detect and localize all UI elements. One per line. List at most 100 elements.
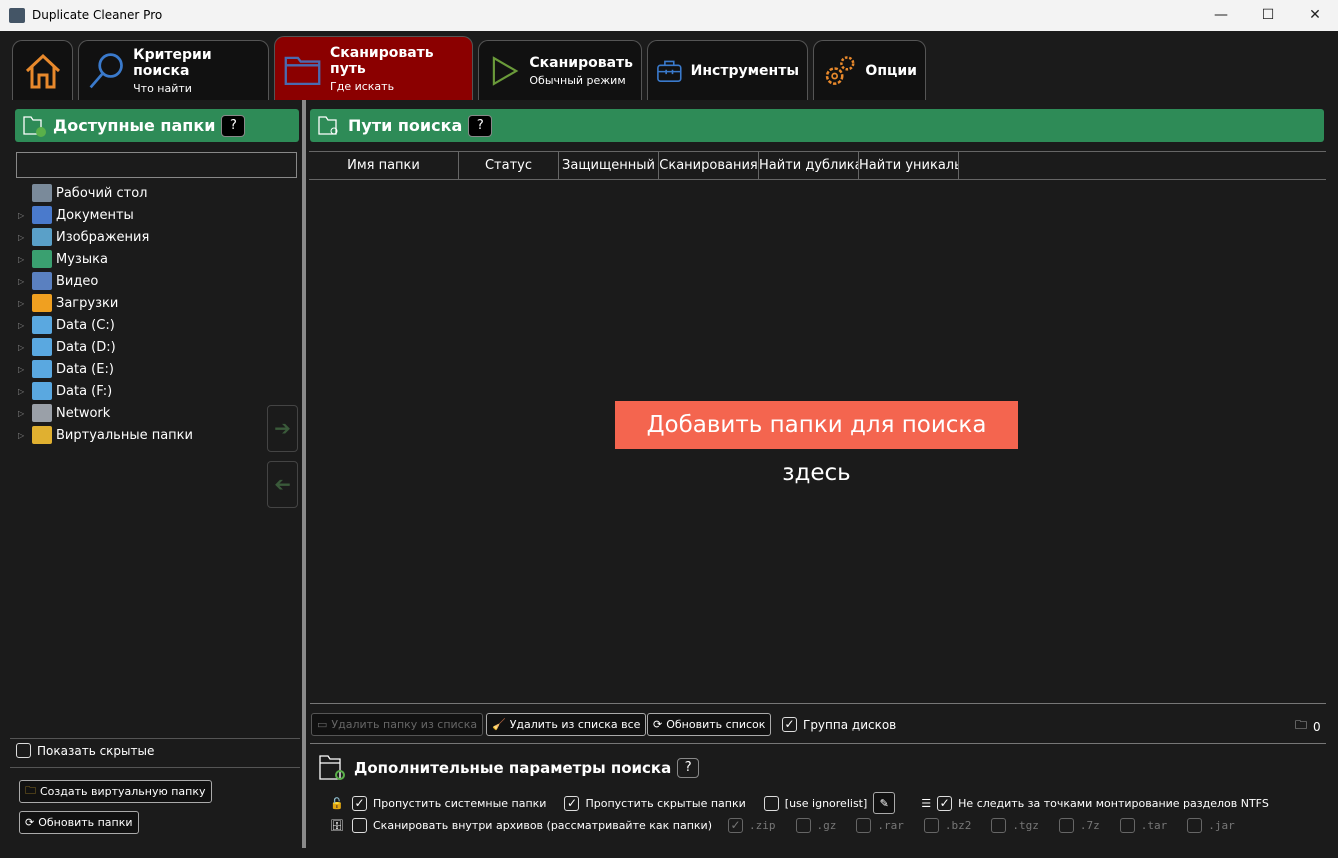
column-header[interactable]: Найти дублика: [759, 152, 859, 179]
extension-label: .rar: [877, 819, 904, 832]
skip-system-checkbox[interactable]: ✓: [352, 795, 367, 811]
create-virtual-folder-button[interactable]: 🗀 Создать виртуальную папку: [19, 780, 212, 803]
group-disks-checkbox[interactable]: ✓ Группа дисков: [782, 717, 896, 732]
tree-item[interactable]: ▷ Изображения: [18, 226, 193, 248]
advanced-options-header: Дополнительные параметры поиска ?: [318, 753, 700, 783]
title-bar: Duplicate Cleaner Pro — ☐ ✕: [0, 0, 1338, 31]
folder-search-input[interactable]: [16, 152, 297, 178]
search-icon: [89, 52, 123, 88]
tab-options[interactable]: Опции: [813, 40, 926, 100]
minimize-button[interactable]: —: [1198, 0, 1244, 31]
tab-scan[interactable]: Сканировать Обычный режим: [478, 40, 642, 100]
show-hidden-checkbox[interactable]: Показать скрытые: [16, 743, 154, 758]
expand-icon[interactable]: ▷: [18, 255, 28, 264]
help-button[interactable]: ?: [468, 114, 493, 137]
tree-item-label: Data (E:): [56, 361, 114, 377]
extension-checkbox[interactable]: [1058, 818, 1074, 833]
tab-criteria[interactable]: Критерии поиска Что найти: [78, 40, 269, 100]
tree-item[interactable]: ▷ Data (D:): [18, 336, 193, 358]
folder-icon: [32, 184, 52, 202]
expand-icon[interactable]: ▷: [18, 365, 28, 374]
scan-archives-checkbox[interactable]: [352, 818, 367, 833]
tab-title: Опции: [865, 62, 917, 79]
extension-checkbox[interactable]: [1187, 818, 1203, 833]
skip-hidden-checkbox[interactable]: ✓: [564, 795, 580, 811]
tab-subtitle: Обычный режим: [529, 73, 626, 87]
extension-label: .tar: [1140, 819, 1168, 832]
refresh-list-button[interactable]: ⟳ Обновить список: [647, 713, 772, 736]
ignorelist-checkbox[interactable]: [763, 795, 779, 811]
splitter[interactable]: [302, 100, 306, 848]
folder-search-icon: [319, 755, 345, 780]
expand-icon[interactable]: ▷: [18, 387, 28, 396]
column-header[interactable]: Имя папки: [309, 152, 459, 179]
extension-label: .gz: [816, 819, 837, 832]
virtual-folder-icon: 🗀: [25, 784, 36, 797]
tree-item-label: Data (C:): [56, 317, 115, 333]
tab-title: Критерии поиска: [133, 46, 212, 79]
tab-tools[interactable]: Инструменты: [647, 40, 808, 100]
tree-item[interactable]: ▷ Музыка: [18, 248, 193, 270]
edit-ignorelist-button[interactable]: ✎: [873, 792, 896, 814]
folder-icon: 🗀: [1295, 718, 1308, 732]
add-folder-arrow-button[interactable]: ➔: [267, 405, 298, 452]
column-header[interactable]: Статус: [459, 152, 559, 179]
toolbox-icon: [657, 60, 682, 82]
tree-item-label: Data (D:): [56, 339, 116, 355]
extension-label: .tgz: [1012, 819, 1039, 832]
search-paths-header: Пути поиска ?: [310, 109, 1324, 142]
expand-icon[interactable]: ▷: [18, 211, 28, 220]
folder-icon: [32, 272, 52, 290]
extension-checkbox[interactable]: [1119, 818, 1135, 833]
expand-icon[interactable]: ▷: [18, 321, 28, 330]
folder-icon: [32, 316, 52, 334]
expand-icon[interactable]: ▷: [18, 233, 28, 242]
tree-item[interactable]: Рабочий стол: [18, 182, 193, 204]
remove-folder-arrow-button[interactable]: ➔: [267, 461, 298, 508]
close-button[interactable]: ✕: [1292, 0, 1338, 31]
folder-icon: [32, 404, 52, 422]
ntfs-mount-checkbox[interactable]: ✓: [937, 795, 953, 811]
expand-icon[interactable]: ▷: [18, 431, 28, 440]
search-paths-table-header: Имя папки Статус Защищенный Сканирования…: [309, 151, 1326, 180]
folder-icon: [32, 294, 52, 312]
button-label: Удалить папку из списка: [331, 718, 478, 731]
remove-folder-button[interactable]: ▭ Удалить папку из списка: [311, 713, 484, 736]
archive-icon: 🗄: [330, 819, 344, 832]
extension-checkbox[interactable]: [991, 818, 1007, 833]
tree-item[interactable]: ▷ Загрузки: [18, 292, 193, 314]
app-icon: [9, 8, 25, 23]
folder-icon: [32, 338, 52, 356]
refresh-folders-button[interactable]: ⟳ Обновить папки: [19, 811, 139, 834]
remove-all-button[interactable]: 🧹 Удалить из списка все: [486, 713, 647, 736]
tree-item[interactable]: ▷ Data (E:): [18, 358, 193, 380]
expand-icon[interactable]: ▷: [18, 299, 28, 308]
folder-icon: [32, 228, 52, 246]
tree-item[interactable]: ▷ Data (F:): [18, 380, 193, 402]
extension-checkbox[interactable]: [795, 818, 811, 833]
expand-icon[interactable]: ▷: [18, 409, 28, 418]
help-button[interactable]: ?: [677, 758, 700, 778]
column-header[interactable]: Найти уникаль: [859, 152, 959, 179]
folder-tree: Рабочий стол ▷ Документы ▷ Изображения ▷ Музык…: [18, 182, 193, 446]
extension-checkbox[interactable]: ✓: [728, 818, 743, 833]
section-title: Дополнительные параметры поиска: [354, 759, 672, 777]
tree-item[interactable]: ▷ Data (C:): [18, 314, 193, 336]
tree-item[interactable]: ▷ Документы: [18, 204, 193, 226]
maximize-button[interactable]: ☐: [1245, 0, 1291, 31]
tree-item[interactable]: ▷ Видео: [18, 270, 193, 292]
tree-item[interactable]: ▷ Виртуальные папки: [18, 424, 193, 446]
tab-scan-path[interactable]: Сканировать путь Где искать: [274, 36, 473, 100]
checkbox-label: Пропустить скрытые папки: [585, 796, 746, 810]
expand-icon[interactable]: ▷: [18, 343, 28, 352]
tree-item[interactable]: ▷ Network: [18, 402, 193, 424]
column-header[interactable]: Сканирования: [659, 152, 759, 179]
tree-item-label: Изображения: [56, 229, 150, 245]
home-icon: [25, 53, 60, 88]
extension-checkbox[interactable]: [856, 818, 872, 833]
extension-checkbox[interactable]: [923, 818, 939, 833]
expand-icon[interactable]: ▷: [18, 277, 28, 286]
column-header[interactable]: Защищенный: [559, 152, 659, 179]
help-button[interactable]: ?: [221, 114, 246, 137]
tab-home[interactable]: [12, 40, 73, 100]
